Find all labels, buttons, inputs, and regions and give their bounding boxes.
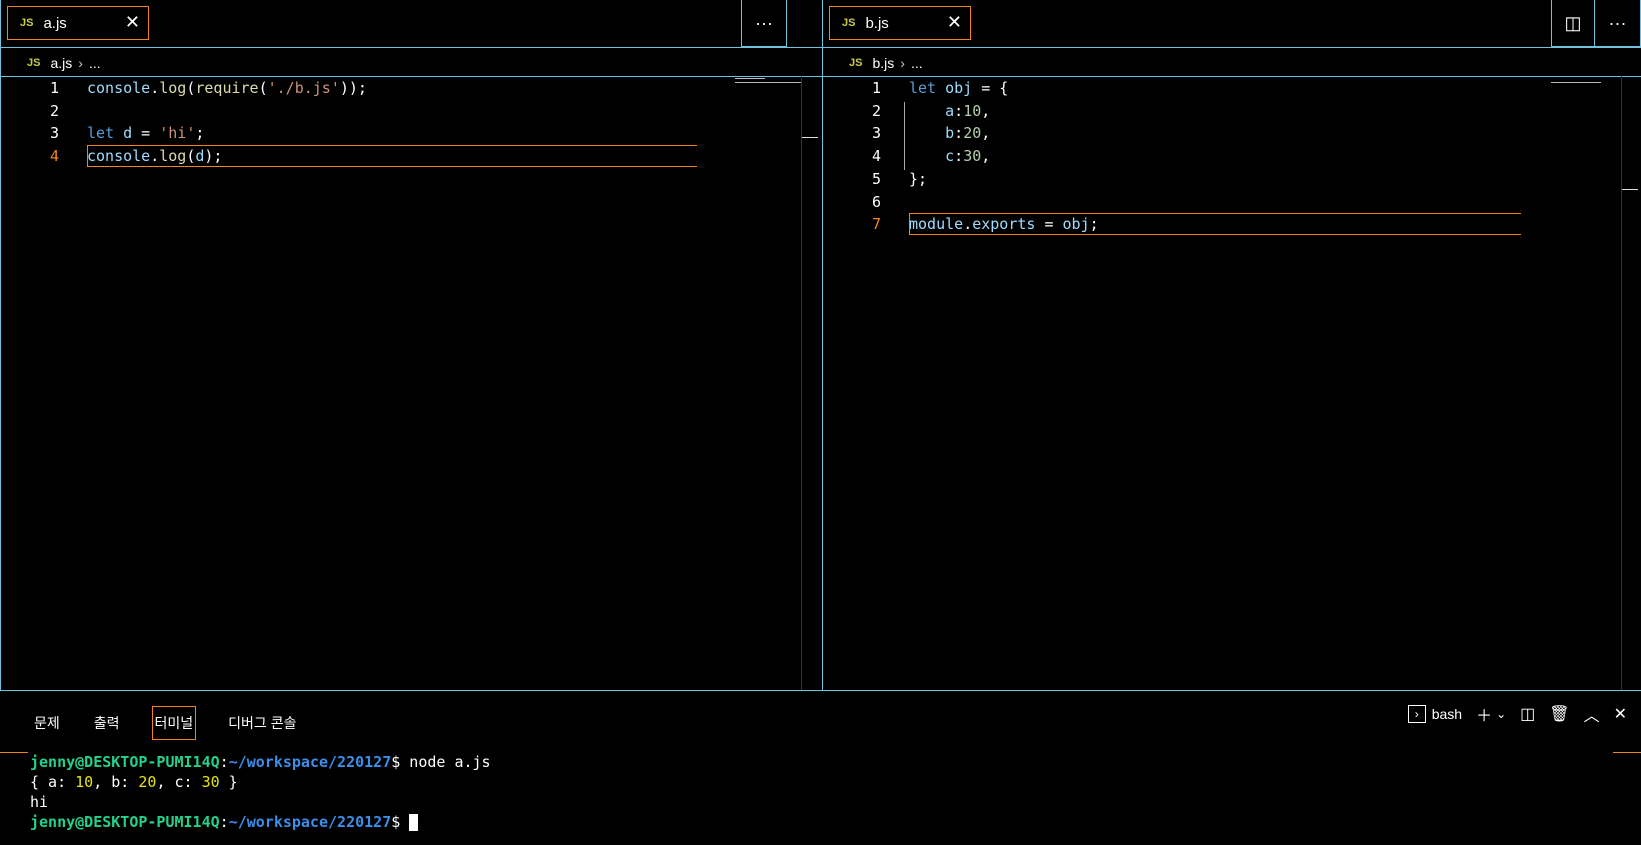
breadcrumb: JS b.js › ...	[849, 55, 923, 71]
breadcrumb-rest[interactable]: ...	[89, 55, 101, 71]
scrollbar-left[interactable]	[801, 76, 802, 690]
terminal-cursor	[409, 814, 419, 831]
code-text: b:20,	[945, 124, 991, 143]
code-text: console.log(require('./b.js'));	[87, 79, 367, 97]
prompt-path: ~/workspace/220127	[228, 753, 392, 771]
terminal-line: { a: 10, b: 20, c: 30 }	[30, 772, 491, 792]
output-text: }	[219, 773, 238, 791]
line-number: 3	[871, 124, 881, 143]
tab-b-js[interactable]: JS b.js ✕	[829, 6, 971, 40]
terminal-output[interactable]: jenny@DESKTOP-PUMI14Q:~/workspace/220127…	[30, 752, 491, 832]
code-line[interactable]: 1 console.log(require('./b.js'));	[1, 76, 822, 100]
tab-label: b.js	[865, 14, 889, 32]
tab-problems[interactable]: 문제	[32, 707, 62, 739]
scroll-thumb-right[interactable]	[1622, 189, 1638, 190]
new-terminal-icon[interactable]: ＋	[1476, 702, 1492, 726]
code-text: a:10,	[945, 101, 991, 120]
chevron-up-icon[interactable]: ︿	[1584, 702, 1600, 726]
minimap-viewport[interactable]	[735, 82, 801, 83]
terminal-icon: ›	[1407, 705, 1426, 723]
more-actions-button[interactable]: ···	[741, 0, 787, 47]
output-text: { a:	[30, 773, 76, 791]
close-icon[interactable]: ✕	[125, 12, 140, 33]
minimap[interactable]	[735, 78, 765, 79]
code-text: };	[909, 169, 928, 188]
more-actions-button[interactable]: ···	[1595, 0, 1641, 47]
prompt-path: ~/workspace/220127	[228, 813, 392, 831]
tab-bar-right: JS b.js ✕ ◫ ···	[823, 0, 1641, 48]
code-text: let obj = {	[909, 79, 1009, 97]
panel-sash-right	[1613, 752, 1641, 753]
prompt-user: jenny@DESKTOP-PUMI14Q	[30, 813, 220, 831]
line-number: 6	[871, 192, 881, 211]
js-file-icon: JS	[20, 17, 34, 29]
current-line-highlight	[909, 213, 1521, 236]
breadcrumb-rest[interactable]: ...	[911, 55, 923, 71]
breadcrumb: JS a.js › ...	[27, 55, 101, 71]
close-panel-icon[interactable]: ✕	[1614, 704, 1627, 724]
tab-terminal[interactable]: 터미널	[151, 706, 197, 740]
chevron-right-icon: ›	[900, 55, 905, 71]
line-number: 3	[49, 124, 59, 143]
code-line[interactable]: 5};	[823, 167, 1641, 191]
code-text: let d = 'hi';	[87, 124, 205, 143]
editor-pane-left: JS a.js ✕ ··· JS a.js › ... 1 console.log…	[0, 0, 822, 690]
js-file-icon: JS	[27, 57, 41, 69]
output-number: 30	[201, 773, 220, 791]
line-number: 1	[49, 79, 59, 97]
tab-label: a.js	[43, 14, 67, 32]
js-file-icon: JS	[849, 57, 863, 69]
terminal-line: jenny@DESKTOP-PUMI14Q:~/workspace/220127…	[30, 812, 491, 832]
shell-name: bash	[1431, 706, 1463, 722]
close-icon[interactable]: ✕	[947, 12, 962, 33]
scroll-thumb-left[interactable]	[802, 137, 818, 138]
output-number: 20	[138, 773, 157, 791]
line-number: 2	[871, 101, 881, 120]
code-line[interactable]: 4 c:30,	[823, 144, 1641, 168]
split-terminal-icon[interactable]: ◫	[1520, 704, 1535, 724]
code-line[interactable]: 2	[1, 99, 822, 123]
tab-a-js[interactable]: JS a.js ✕	[7, 6, 149, 40]
js-file-icon: JS	[842, 17, 856, 29]
editor-pane-right: JS b.js ✕ ◫ ··· JS b.js › ... 1 let obj =…	[822, 0, 1641, 690]
terminal-command: node a.js	[400, 753, 491, 771]
tab-debug-console[interactable]: 디버그 콘솔	[226, 707, 298, 739]
terminal-line: jenny@DESKTOP-PUMI14Q:~/workspace/220127…	[30, 753, 491, 771]
breadcrumb-file[interactable]: b.js	[872, 55, 894, 71]
code-line[interactable]: 3 b:20,	[823, 121, 1641, 145]
indent-guide	[904, 102, 905, 170]
panel-tabs: 문제 출력 터미널 디버그 콘솔	[32, 706, 328, 740]
trash-icon[interactable]: 🗑	[1549, 704, 1569, 724]
line-number: 5	[871, 169, 881, 188]
panel-actions: › bash ＋ ⌄ ◫ 🗑 ︿ ✕	[1407, 702, 1627, 726]
line-number: 4	[871, 147, 881, 166]
panel-sash-left	[0, 752, 28, 753]
code-line[interactable]: 2 a:10,	[823, 99, 1641, 123]
terminal-select-button[interactable]: › bash	[1407, 705, 1463, 723]
code-line[interactable]: 3 let d = 'hi';	[1, 121, 822, 145]
tab-bar-left: JS a.js ✕ ···	[1, 0, 822, 48]
chevron-right-icon: ›	[78, 55, 83, 71]
prompt-user: jenny@DESKTOP-PUMI14Q	[30, 753, 220, 771]
line-number: 7	[871, 215, 881, 234]
terminal-line: hi	[30, 793, 49, 811]
split-editor-button[interactable]: ◫	[1551, 0, 1595, 47]
tab-output[interactable]: 출력	[92, 707, 122, 739]
code-line[interactable]: 1 let obj = {	[823, 76, 1641, 100]
output-number: 10	[75, 773, 94, 791]
chevron-down-icon[interactable]: ⌄	[1496, 707, 1506, 721]
code-text: c:30,	[945, 147, 991, 166]
line-number: 4	[49, 147, 59, 166]
scrollbar-right[interactable]	[1621, 76, 1622, 690]
line-number: 1	[871, 79, 881, 97]
minimap[interactable]	[1551, 82, 1601, 83]
breadcrumb-file[interactable]: a.js	[50, 55, 72, 71]
current-line-highlight	[87, 145, 697, 168]
output-text: , b:	[93, 773, 139, 791]
line-number: 2	[49, 101, 59, 120]
code-line[interactable]: 6	[823, 190, 1641, 214]
output-text: , c:	[156, 773, 202, 791]
